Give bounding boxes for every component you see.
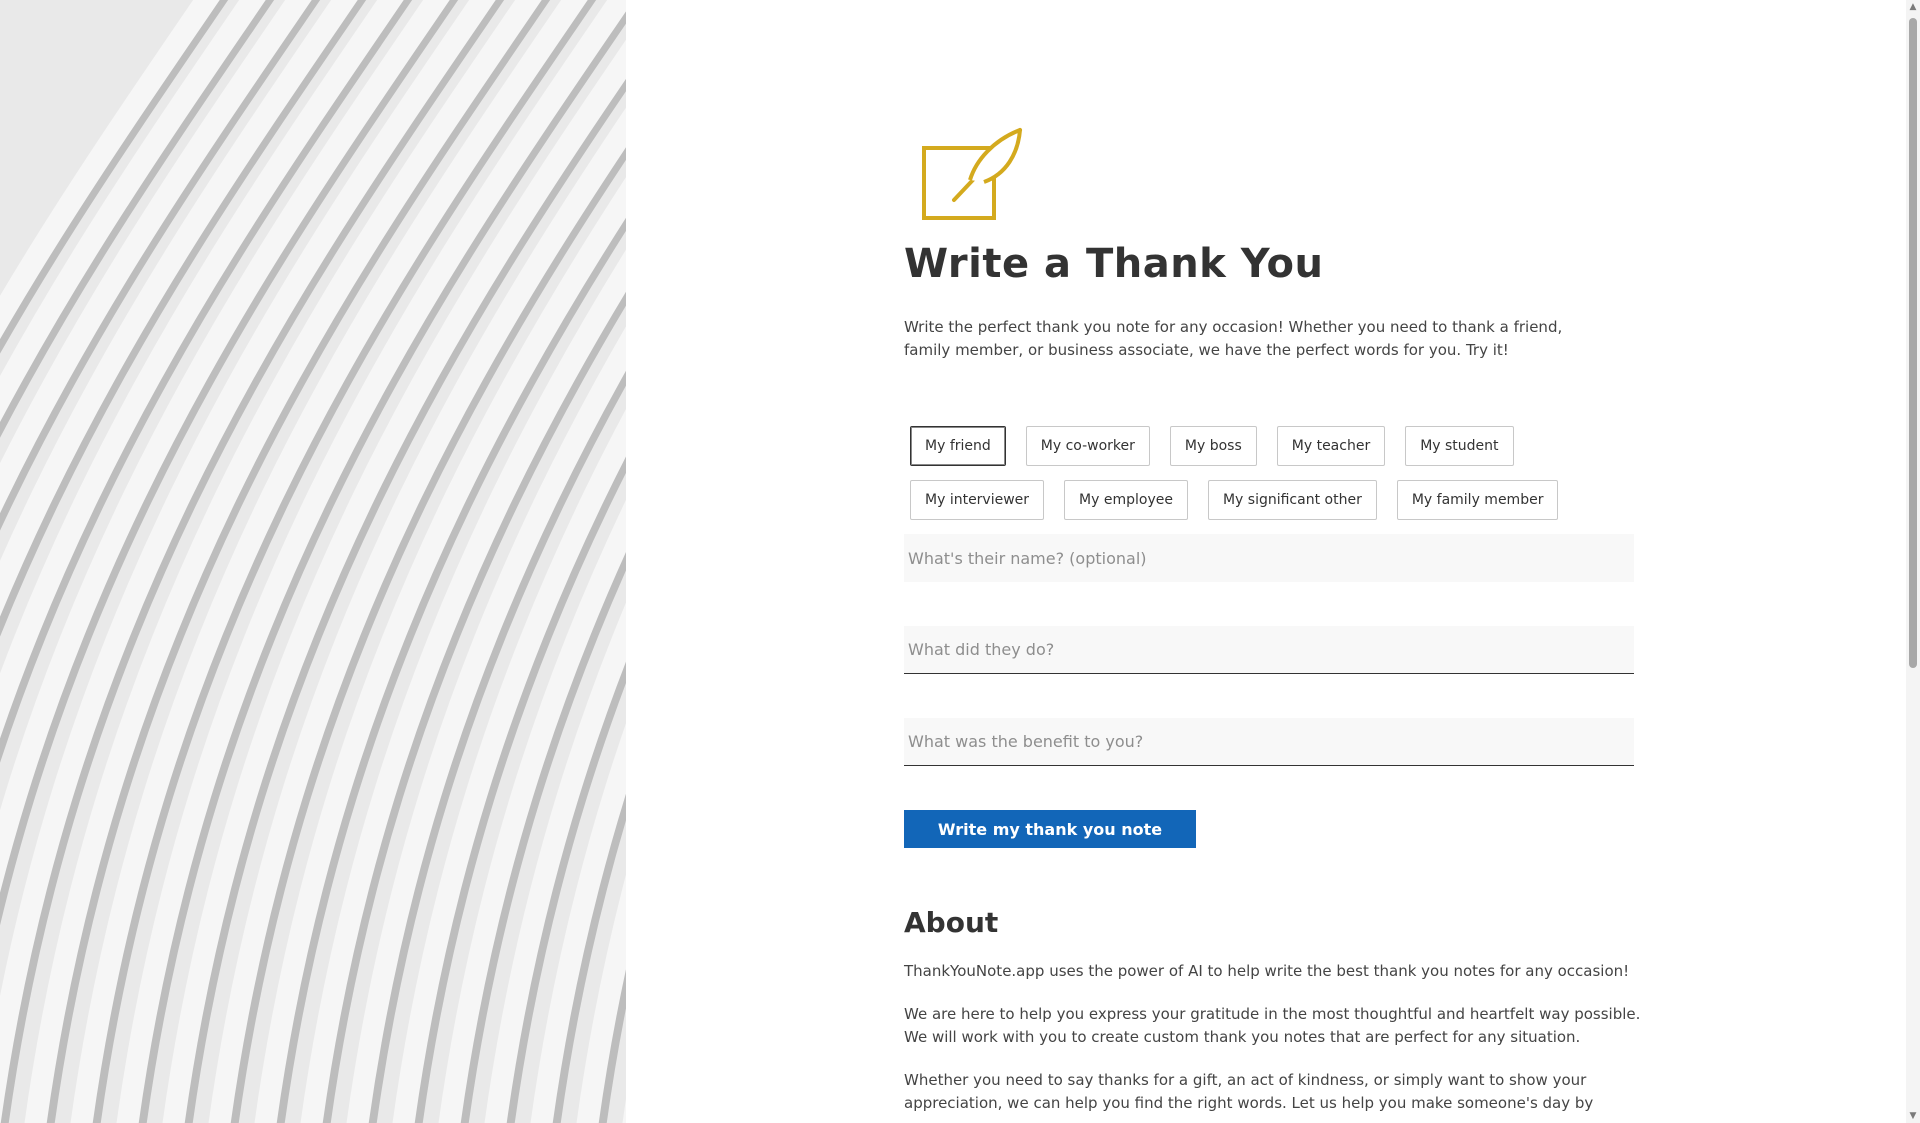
name-input[interactable]: [904, 534, 1634, 582]
page-title: Write a Thank You: [904, 241, 1324, 287]
recipient-chip-boss[interactable]: My boss: [1169, 426, 1257, 466]
recipient-chip-family-member[interactable]: My family member: [1396, 480, 1559, 520]
recipient-selector: My friend My co-worker My boss My teache…: [904, 426, 1634, 520]
recipient-row-1: My friend My co-worker My boss My teache…: [904, 426, 1634, 466]
recipient-chip-student[interactable]: My student: [1405, 426, 1514, 466]
main-content: Write a Thank You Write the perfect than…: [904, 118, 1640, 1115]
recipient-chip-friend[interactable]: My friend: [910, 426, 1006, 466]
recipient-chip-teacher[interactable]: My teacher: [1276, 426, 1386, 466]
quill-note-icon: [922, 128, 1022, 220]
about-paragraph-1: ThankYouNote.app uses the power of AI to…: [904, 962, 1630, 980]
benefit-field-wrap: [904, 718, 1634, 766]
recipient-row-2: My interviewer My employee My significan…: [904, 480, 1634, 520]
name-field-wrap: [904, 534, 1634, 582]
decorative-wave-image: [0, 0, 626, 1123]
wave-pattern: [0, 0, 626, 1123]
recipient-chip-employee[interactable]: My employee: [1064, 480, 1188, 520]
about-paragraph-3: Whether you need to say thanks for a gif…: [904, 1071, 1594, 1112]
intro-text: Write the perfect thank you note for any…: [904, 318, 1563, 359]
scroll-up-arrow-icon[interactable]: ▲: [1906, 0, 1920, 14]
scrollbar-thumb[interactable]: [1909, 18, 1917, 668]
about-paragraph-2: We are here to help you express your gra…: [904, 1005, 1641, 1046]
recipient-chip-interviewer[interactable]: My interviewer: [910, 480, 1045, 520]
recipient-chip-coworker[interactable]: My co-worker: [1025, 426, 1150, 466]
benefit-input[interactable]: [904, 718, 1634, 766]
deed-input[interactable]: [904, 626, 1634, 674]
recipient-chip-significant-other[interactable]: My significant other: [1207, 480, 1377, 520]
about-heading: About: [904, 906, 999, 939]
scroll-down-arrow-icon[interactable]: ▼: [1906, 1109, 1920, 1123]
deed-field-wrap: [904, 626, 1634, 674]
page: Write a Thank You Write the perfect than…: [0, 0, 1920, 1123]
page-scrollbar[interactable]: ▲ ▼: [1906, 0, 1920, 1123]
write-note-button[interactable]: Write my thank you note: [904, 810, 1196, 848]
